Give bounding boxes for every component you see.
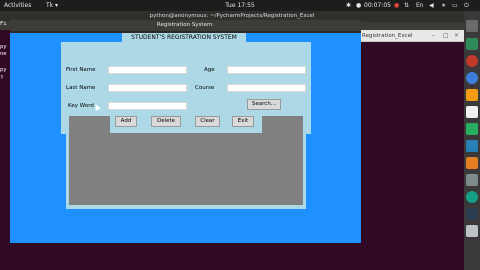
last-name-field[interactable] <box>108 84 187 92</box>
pycharm-icon[interactable] <box>466 191 478 203</box>
launcher <box>464 11 480 270</box>
settings-app-icon[interactable] <box>466 174 478 186</box>
button-bar: Add Delete Clear Exit <box>110 112 262 133</box>
trash-icon[interactable] <box>466 225 478 237</box>
search-button[interactable]: Search... <box>247 99 281 110</box>
course-field[interactable] <box>227 84 306 92</box>
recording-time: 00:07:05 <box>364 2 391 9</box>
exit-button[interactable]: Exit <box>232 116 254 127</box>
spreadsheet-icon[interactable] <box>466 38 478 50</box>
app-icon[interactable] <box>466 89 478 101</box>
last-name-label: Last Name <box>66 85 96 91</box>
terminal-cursor: ▯ <box>0 74 4 80</box>
course-label: Course <box>195 85 215 91</box>
language-icon[interactable]: En <box>416 0 424 11</box>
files-icon[interactable] <box>466 20 478 32</box>
maximize-icon[interactable]: □ <box>443 32 450 39</box>
clear-button[interactable]: Clear <box>195 116 220 127</box>
terminal-line: py <box>0 44 7 50</box>
bluetooth-icon[interactable]: ∗ <box>441 0 446 11</box>
terminal-line: Fi <box>0 21 7 27</box>
first-name-field[interactable] <box>108 66 187 74</box>
key-word-field[interactable] <box>108 102 187 110</box>
power-icon[interactable]: ⏻ <box>464 0 469 11</box>
pycharm-window[interactable]: Registration_Excel – □ × <box>360 30 464 42</box>
age-label: Age <box>204 67 215 73</box>
record-icon[interactable]: ● <box>356 0 361 11</box>
writer-icon[interactable] <box>466 140 478 152</box>
top-bar: Activities Tk ▾ Tue 17:55 ✱ ● 00:07:05 ●… <box>0 0 480 11</box>
minimize-icon[interactable]: – <box>432 32 439 39</box>
chrome-icon[interactable] <box>466 55 478 67</box>
first-name-label: First Name <box>66 67 96 73</box>
terminal-line: py <box>0 67 7 73</box>
battery-icon[interactable]: ▭ <box>452 0 458 11</box>
project-tab[interactable]: Registration_Excel <box>362 31 413 41</box>
settings-icon[interactable]: ✱ <box>346 0 351 11</box>
key-word-label: Key Word <box>68 103 94 109</box>
impress-icon[interactable] <box>466 157 478 169</box>
network-icon[interactable]: ⇅ <box>404 0 409 11</box>
volume-icon[interactable]: ◀ <box>429 0 434 11</box>
terminal-icon[interactable] <box>466 208 478 220</box>
registration-window[interactable]: Registration System. STUDENT'S REGISTRAT… <box>10 20 361 243</box>
delete-button[interactable]: Delete <box>151 116 181 127</box>
close-icon[interactable]: × <box>454 32 461 39</box>
window-title[interactable]: Registration System. <box>10 20 361 31</box>
browser-icon[interactable] <box>466 72 478 84</box>
add-button[interactable]: Add <box>115 116 137 127</box>
page-title: STUDENT'S REGISTRATION SYSTEM <box>122 33 246 42</box>
document-icon[interactable] <box>466 106 478 118</box>
calc-icon[interactable] <box>466 123 478 135</box>
age-field[interactable] <box>227 66 306 74</box>
alert-icon[interactable]: ● <box>394 0 399 11</box>
system-tray: ✱ ● 00:07:05 ● ⇅ En ◀ ∗ ▭ ⏻ <box>346 0 476 11</box>
terminal-line: ne <box>0 51 7 57</box>
